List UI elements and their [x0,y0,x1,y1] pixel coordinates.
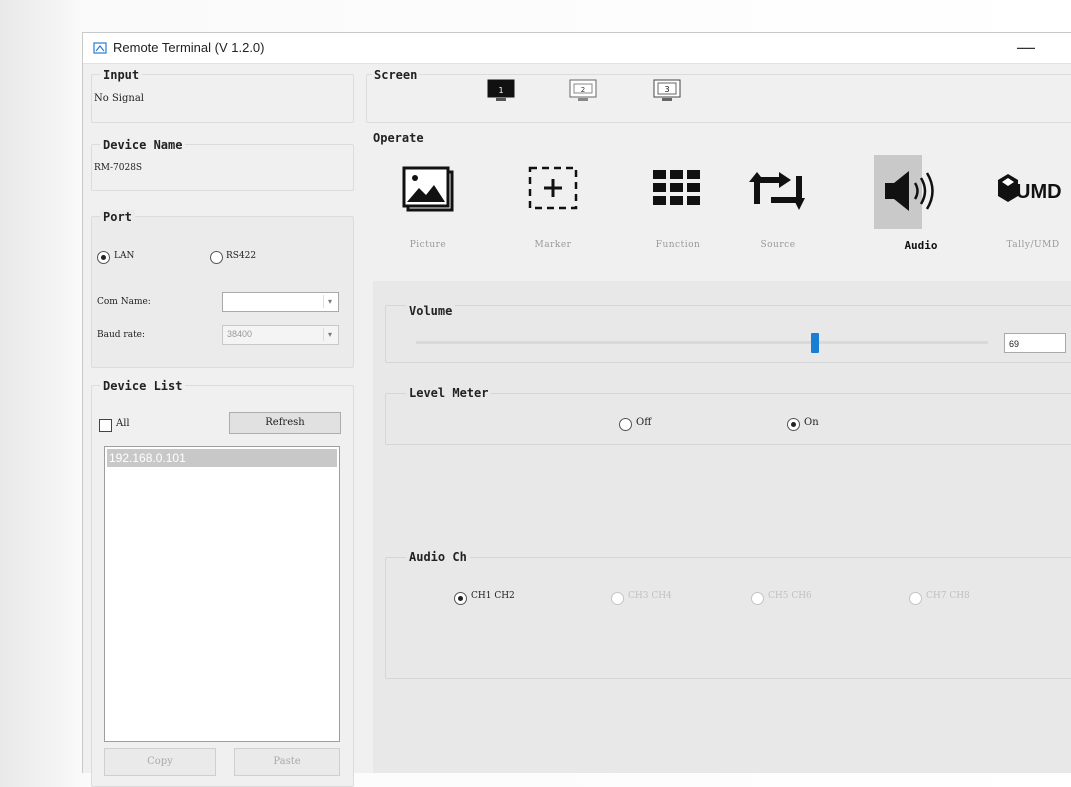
picture-icon[interactable] [393,158,463,218]
audio-ch-7-8-radio[interactable] [909,592,922,605]
source-label[interactable]: Source [738,240,818,250]
function-grid-icon[interactable] [643,158,713,218]
source-swap-icon[interactable] [743,158,813,218]
umd-icon[interactable]: UMD [996,166,1071,214]
chevron-down-icon: ▾ [323,328,336,341]
all-checkbox-label: All [116,418,130,429]
all-checkbox[interactable] [99,419,112,432]
refresh-button[interactable]: Refresh [229,412,341,434]
volume-slider-track[interactable] [416,341,988,344]
screen-group: Screen 1 2 3 [366,68,1071,123]
level-meter-on-radio[interactable] [787,418,800,431]
operate-title: Operate [373,131,424,145]
rs422-radio[interactable] [210,251,223,264]
level-meter-off-radio[interactable] [619,418,632,431]
screen-3-label: 3 [664,85,669,94]
audio-ch-5-6-radio[interactable] [751,592,764,605]
input-status: No Signal [94,93,144,104]
copy-button[interactable]: Copy [104,748,216,776]
umd-logo-text: UMD [1016,181,1062,203]
volume-group: Volume 69 [385,304,1071,363]
app-logo-icon [93,42,107,54]
baud-rate-select[interactable]: 38400 ▾ [222,325,339,345]
device-list-group: Device List All Refresh 192.168.0.101 Co… [91,379,354,787]
marker-icon[interactable] [518,158,588,218]
level-meter-group: Level Meter Off On [385,386,1071,445]
device-name-title: Device Name [100,138,186,152]
audio-ch-3-4-label: CH3 CH4 [628,591,672,601]
port-group: Port LAN RS422 Com Name: ▾ Baud rate: 38… [91,210,354,368]
minimize-button[interactable]: — [1003,33,1049,63]
rs422-radio-label: RS422 [226,251,257,261]
audio-ch-group: Audio Ch CH1 CH2 CH3 CH4 CH5 CH6 CH7 CH8 [385,550,1071,679]
audio-ch-3-4-radio[interactable] [611,592,624,605]
tally-umd-label[interactable]: Tally/UMD [993,240,1071,250]
baud-rate-label: Baud rate: [97,330,146,340]
input-group-title: Input [100,68,143,82]
device-name-group: Device Name RM-7028S [91,138,354,191]
speaker-icon[interactable] [873,161,947,221]
audio-panel: Volume 69 Level Meter Off On Audio Ch CH… [373,281,1071,773]
device-list-title: Device List [100,379,186,393]
audio-label[interactable]: Audio [881,239,961,252]
audio-ch-1-2-radio[interactable] [454,592,467,605]
screen-2-label: 2 [581,86,585,94]
window-title: Remote Terminal (V 1.2.0) [113,40,265,55]
port-title: Port [100,210,135,224]
marker-label[interactable]: Marker [513,240,593,250]
audio-ch-7-8-label: CH7 CH8 [926,591,970,601]
picture-label[interactable]: Picture [388,240,468,250]
app-window: Remote Terminal (V 1.2.0) — Input No Sig… [82,32,1071,787]
level-meter-off-label: Off [636,417,652,428]
volume-slider-thumb[interactable] [811,333,819,353]
paste-button[interactable]: Paste [234,748,340,776]
chevron-down-icon: ▾ [323,295,336,308]
function-label[interactable]: Function [638,240,718,250]
lan-radio[interactable] [97,251,110,264]
screen-1-label: 1 [498,86,503,95]
device-listbox[interactable]: 192.168.0.101 [104,446,340,742]
level-meter-on-label: On [804,417,819,428]
level-meter-title: Level Meter [406,386,492,400]
baud-rate-value: 38400 [227,329,253,339]
com-name-label: Com Name: [97,297,151,307]
screen-2-button[interactable]: 2 [568,78,598,104]
title-bar: Remote Terminal (V 1.2.0) — [83,33,1071,64]
volume-title: Volume [406,304,456,318]
screen-3-button[interactable]: 3 [652,78,682,104]
lan-radio-label: LAN [114,251,135,261]
device-name-value: RM-7028S [94,163,143,173]
audio-ch-5-6-label: CH5 CH6 [768,591,812,601]
screen-title: Screen [372,68,420,82]
volume-value-input[interactable]: 69 [1004,333,1066,353]
audio-ch-1-2-label: CH1 CH2 [471,591,515,601]
com-name-select[interactable]: ▾ [222,292,339,312]
audio-ch-title: Audio Ch [406,550,470,564]
device-list-item[interactable]: 192.168.0.101 [107,449,337,467]
screen-1-button[interactable]: 1 [486,78,516,104]
input-group: Input No Signal [91,68,354,123]
